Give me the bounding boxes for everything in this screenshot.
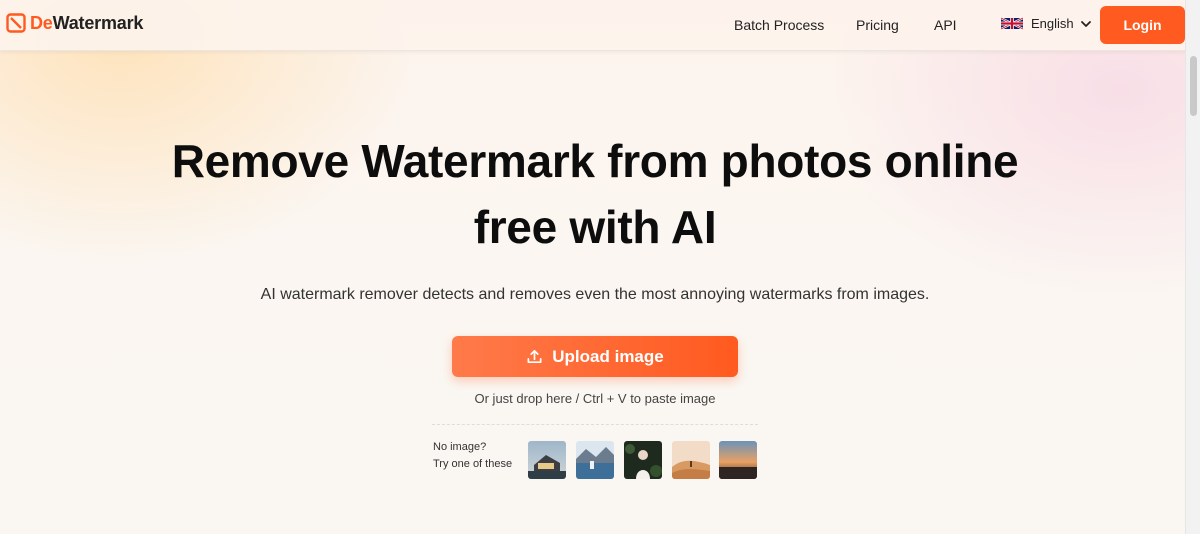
language-selector[interactable]: English — [1001, 16, 1092, 31]
sample-image-portrait-art — [624, 441, 662, 479]
sample-image-house-art — [528, 441, 566, 479]
sample-image-sunset[interactable] — [719, 441, 757, 479]
upload-image-label: Upload image — [552, 346, 664, 366]
logo-square-slash-icon — [6, 13, 26, 33]
uk-flag-icon — [1001, 17, 1023, 30]
nav-batch-process[interactable]: Batch Process — [734, 17, 824, 33]
hero-title-line1: Remove Watermark from photos online — [171, 135, 1019, 187]
top-nav-bar: DeWatermark Batch Process Pricing API En… — [0, 0, 1200, 51]
sample-image-lake-art — [576, 441, 614, 479]
divider — [432, 424, 758, 425]
logo-text-prefix: De — [30, 12, 53, 33]
logo[interactable]: DeWatermark — [6, 12, 143, 34]
upload-icon — [527, 349, 542, 364]
logo-text-rest: Watermark — [52, 12, 144, 33]
sample-label-line1: No image? — [433, 441, 487, 453]
sample-image-house[interactable] — [528, 441, 566, 479]
login-button[interactable]: Login — [1100, 6, 1185, 44]
sample-image-portrait[interactable] — [624, 441, 662, 479]
logo-text: DeWatermark — [30, 13, 143, 34]
upload-image-button[interactable]: Upload image — [452, 336, 738, 377]
language-label: English — [1031, 16, 1074, 31]
sample-image-desert[interactable] — [672, 441, 710, 479]
hero-title-line2: free with AI — [473, 201, 717, 253]
nav-pricing[interactable]: Pricing — [856, 17, 899, 33]
chevron-down-icon — [1080, 20, 1091, 27]
sample-image-lake[interactable] — [576, 441, 614, 479]
sample-image-sunset-art — [719, 441, 757, 479]
drop-hint: Or just drop here / Ctrl + V to paste im… — [474, 391, 716, 406]
scrollbar-thumb[interactable] — [1190, 56, 1197, 116]
sample-image-desert-art — [672, 441, 710, 479]
scrollbar[interactable] — [1185, 0, 1200, 534]
sample-label-line2: Try one of these — [433, 458, 513, 470]
nav-api[interactable]: API — [934, 17, 957, 33]
hero-subtitle: AI watermark remover detects and removes… — [260, 286, 930, 303]
